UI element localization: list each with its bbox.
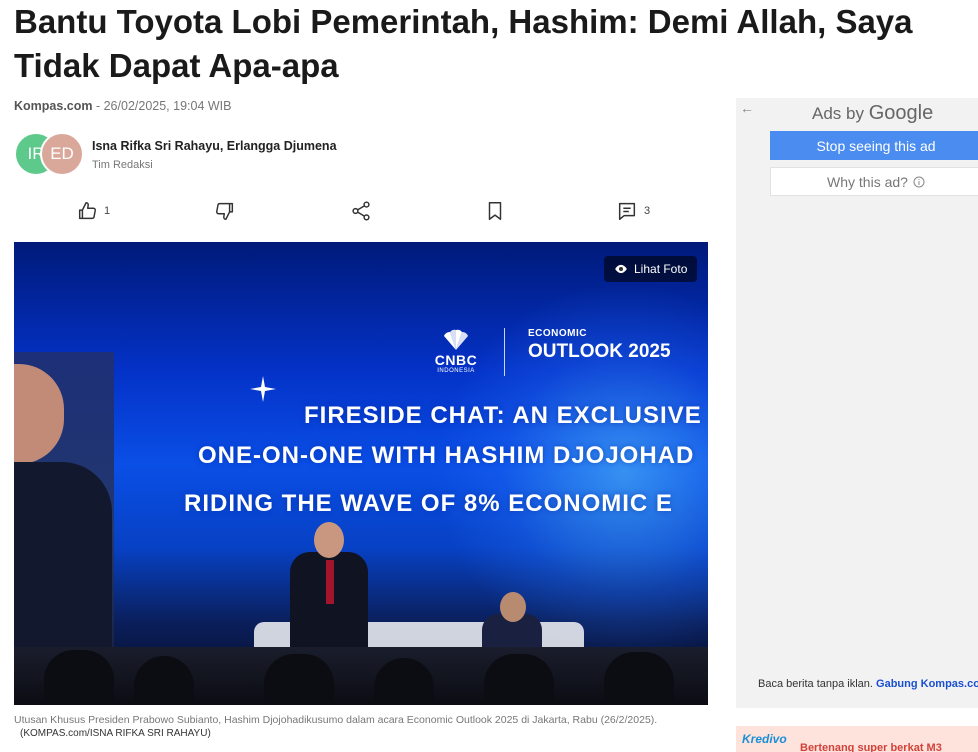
economic-outlook-logo: ECONOMIC OUTLOOK 2025 bbox=[528, 328, 698, 364]
cnbc-wordmark: CNBC bbox=[434, 352, 478, 368]
cnbc-logo: CNBC INDONESIA bbox=[426, 328, 486, 374]
speaker-tie bbox=[326, 560, 334, 604]
article-headline: Bantu Toyota Lobi Pemerintah, Hashim: De… bbox=[14, 3, 913, 84]
like-count: 1 bbox=[104, 205, 111, 217]
ads-by-google: Ads by Google bbox=[812, 102, 933, 125]
article-action-bar: 1 3 bbox=[14, 197, 708, 225]
ad-panel: ← Ads by Google Stop seeing this ad Why … bbox=[736, 98, 978, 708]
ad-free-promo: Baca berita tanpa iklan. Gabung Kompas.c… bbox=[758, 678, 978, 690]
comment-button[interactable]: 3 bbox=[616, 197, 650, 225]
seated-head bbox=[500, 592, 526, 622]
thumbs-down-icon bbox=[216, 202, 234, 220]
audience-head bbox=[44, 650, 114, 705]
event-branding: CNBC INDONESIA ECONOMIC OUTLOOK 2025 bbox=[426, 324, 696, 384]
photo-screen-suit bbox=[14, 462, 112, 652]
share-icon bbox=[352, 201, 370, 221]
info-icon bbox=[913, 176, 925, 187]
kredivo-ad-banner[interactable]: Kredivo Bertenang super berkat M3 bbox=[736, 726, 978, 752]
bookmark-button[interactable] bbox=[484, 197, 506, 225]
author-avatar-2[interactable]: ED bbox=[40, 132, 84, 176]
join-kompas-link[interactable]: Gabung Kompas.co bbox=[876, 678, 978, 690]
bookmark-icon bbox=[488, 202, 502, 220]
like-button[interactable]: 1 bbox=[76, 197, 110, 225]
publish-date: 26/02/2025, 19:04 WIB bbox=[103, 99, 232, 113]
econ-small: ECONOMIC bbox=[528, 328, 587, 339]
stop-seeing-ad-button[interactable]: Stop seeing this ad bbox=[770, 131, 978, 160]
kredivo-logo: Kredivo bbox=[742, 732, 787, 746]
share-button[interactable] bbox=[350, 197, 372, 225]
article-hero-photo[interactable]: CNBC INDONESIA ECONOMIC OUTLOOK 2025 FIR… bbox=[14, 242, 708, 705]
peacock-icon bbox=[444, 329, 468, 350]
google-wordmark: Google bbox=[868, 102, 934, 124]
photo-caption: Utusan Khusus Presiden Prabowo Subianto,… bbox=[14, 714, 658, 726]
photo-credit: (KOMPAS.com/ISNA RIFKA SRI RAHAYU) bbox=[20, 728, 211, 739]
kredivo-tagline: Bertenang super berkat M3 bbox=[800, 742, 942, 752]
stage-title-line-2: ONE-ON-ONE WITH HASHIM DJOJOHAD bbox=[198, 442, 695, 469]
author-role: Tim Redaksi bbox=[92, 159, 153, 171]
dislike-button[interactable] bbox=[214, 197, 236, 225]
eye-icon bbox=[615, 264, 627, 274]
brand-divider bbox=[504, 328, 505, 376]
audience-head bbox=[484, 654, 554, 705]
cnbc-sub: INDONESIA bbox=[437, 368, 475, 374]
view-photo-button[interactable]: Lihat Foto bbox=[604, 256, 698, 282]
why-this-ad-button[interactable]: Why this ad? bbox=[770, 167, 978, 196]
stage-title-line-1: FIRESIDE CHAT: AN EXCLUSIVE bbox=[304, 402, 702, 429]
author-names[interactable]: Isna Rifka Sri Rahayu, Erlangga Djumena bbox=[92, 139, 337, 153]
ad-free-text: Baca berita tanpa iklan. bbox=[758, 678, 877, 690]
why-this-ad-label: Why this ad? bbox=[827, 173, 908, 190]
comment-count: 3 bbox=[644, 205, 651, 217]
article-meta: Kompas.com - 26/02/2025, 19:04 WIB bbox=[14, 99, 231, 113]
sparkle-icon bbox=[250, 376, 276, 402]
audience-head bbox=[264, 654, 334, 705]
arrow-left-icon[interactable]: ← bbox=[740, 100, 754, 116]
meta-separator: - bbox=[92, 99, 104, 113]
view-photo-label: Lihat Foto bbox=[634, 262, 688, 276]
source-name[interactable]: Kompas.com bbox=[14, 99, 93, 113]
audience-head bbox=[604, 652, 674, 705]
stage-title-line-3: RIDING THE WAVE OF 8% ECONOMIC E bbox=[184, 490, 673, 517]
comment-icon bbox=[618, 202, 636, 220]
thumbs-up-icon bbox=[78, 202, 96, 220]
ads-by-label: Ads by bbox=[812, 104, 869, 123]
econ-big: OUTLOOK 2025 bbox=[528, 341, 671, 362]
speaker-head bbox=[314, 522, 344, 558]
